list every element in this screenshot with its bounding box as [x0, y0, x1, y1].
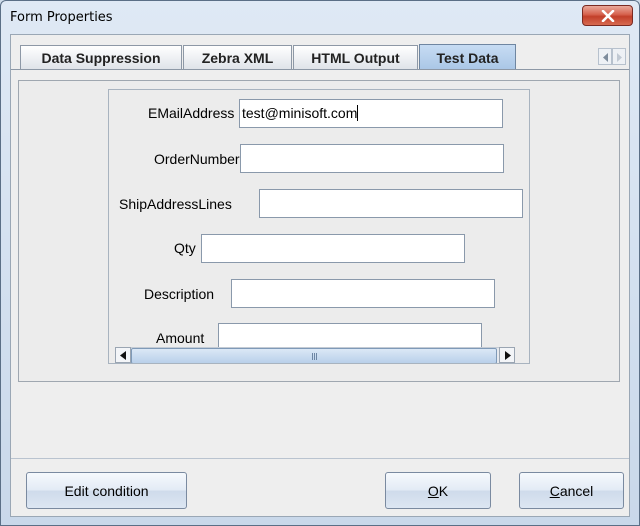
qty-field[interactable]: [201, 234, 465, 263]
field-value: test@minisoft.com: [242, 105, 358, 121]
ship-address-lines-field[interactable]: [259, 189, 523, 218]
text-caret: [357, 105, 359, 121]
tab-data-suppression[interactable]: Data Suppression: [20, 45, 182, 69]
triangle-right-icon: [617, 53, 622, 62]
email-address-label: EMailAddress: [148, 105, 235, 121]
tab-html-output[interactable]: HTML Output: [293, 45, 418, 69]
window-title: Form Properties: [10, 10, 113, 25]
cancel-button[interactable]: Cancel: [519, 472, 624, 509]
form-properties-dialog: Form Properties Data Suppression Zebra X…: [0, 0, 640, 526]
close-button[interactable]: [582, 5, 633, 26]
button-bar-divider: [11, 458, 629, 459]
email-address-field[interactable]: test@minisoft.com: [239, 99, 503, 128]
tab-label: HTML Output: [311, 49, 400, 66]
mnemonic-letter: O: [427, 482, 439, 499]
arrow-left-icon: [120, 351, 126, 360]
tab-scroll-left-button[interactable]: [598, 48, 612, 65]
button-label: Edit condition: [64, 482, 149, 499]
tab-strip-border: [11, 69, 629, 70]
tab-label: Zebra XML: [201, 49, 274, 66]
grip-line: [314, 353, 315, 360]
amount-label: Amount: [156, 330, 205, 346]
tab-scroll-right-button[interactable]: [612, 48, 626, 65]
vertical-scroll-track[interactable]: [529, 106, 530, 331]
dialog-content: Data Suppression Zebra XML HTML Output T…: [10, 34, 630, 517]
horizontal-scroll-track[interactable]: [131, 347, 499, 363]
grip-line: [312, 353, 313, 360]
order-number-field[interactable]: [240, 144, 504, 173]
vertical-scrollbar[interactable]: [529, 90, 530, 347]
close-x-icon: [601, 10, 615, 22]
scroll-up-button[interactable]: [529, 90, 530, 106]
button-label: OK: [428, 483, 448, 499]
grip-line: [316, 353, 317, 360]
horizontal-scrollbar[interactable]: [115, 347, 529, 363]
mnemonic-letter: C: [549, 482, 560, 499]
description-field[interactable]: [231, 279, 495, 308]
tab-test-data[interactable]: Test Data: [419, 44, 516, 70]
arrow-right-icon: [505, 351, 511, 360]
test-data-panel: EMailAddress test@minisoft.com OrderNumb…: [18, 80, 620, 382]
button-label: Cancel: [550, 483, 594, 499]
label-rest: ancel: [559, 482, 594, 499]
title-bar[interactable]: Form Properties: [1, 1, 639, 35]
tab-label: Test Data: [436, 49, 499, 66]
scroll-down-button[interactable]: [529, 331, 530, 347]
order-number-label: OrderNumber: [154, 151, 240, 167]
scroll-left-button[interactable]: [115, 347, 131, 363]
edit-condition-button[interactable]: Edit condition: [26, 472, 187, 509]
tab-zebra-xml[interactable]: Zebra XML: [183, 45, 292, 69]
tab-label: Data Suppression: [41, 49, 161, 66]
qty-label: Qty: [174, 240, 196, 256]
scroll-right-button[interactable]: [499, 347, 515, 363]
test-data-scroll-pane: EMailAddress test@minisoft.com OrderNumb…: [108, 89, 530, 364]
triangle-left-icon: [603, 53, 608, 62]
ok-button[interactable]: OK: [385, 472, 491, 509]
ship-address-lines-label: ShipAddressLines: [119, 196, 232, 212]
horizontal-scroll-thumb[interactable]: [131, 348, 497, 363]
description-label: Description: [144, 286, 215, 302]
label-rest: K: [438, 482, 449, 499]
